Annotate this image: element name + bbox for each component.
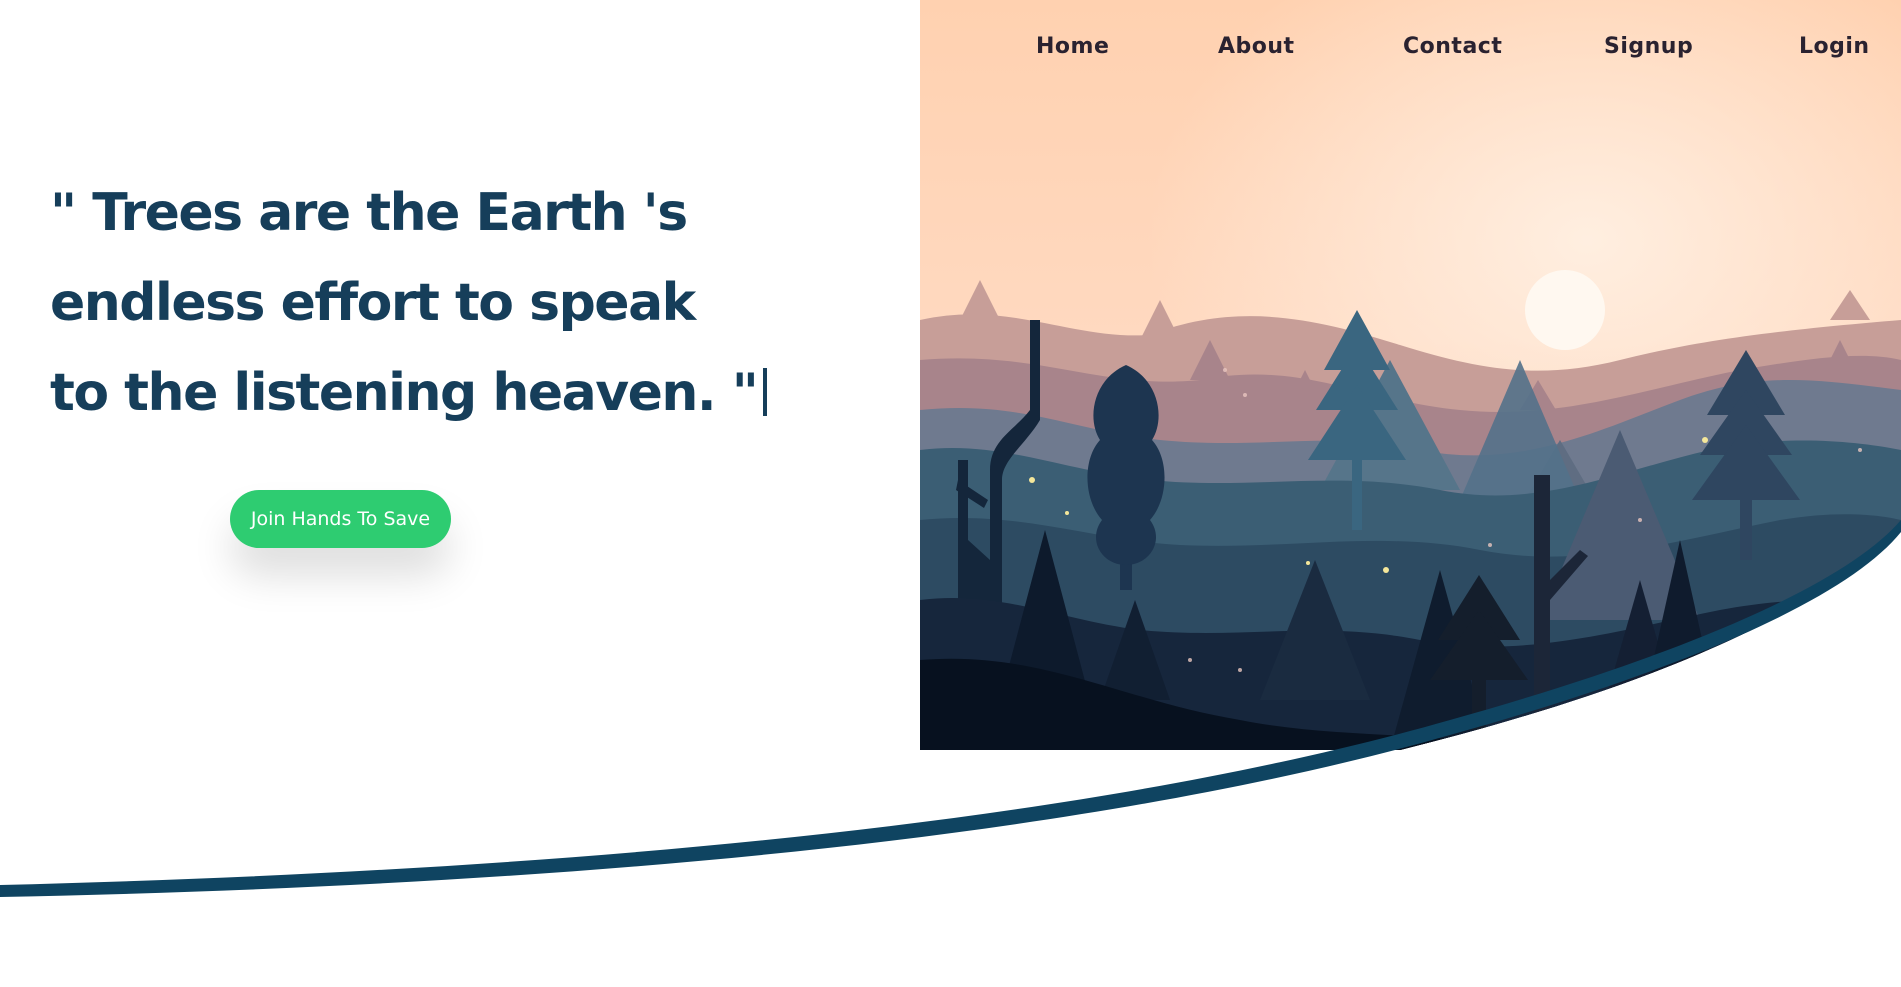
nav-home-link[interactable]: Home	[1036, 34, 1109, 59]
hero-quote: " Trees are the Earth 's endless effort …	[50, 168, 768, 438]
hero-quote-line-1: " Trees are the Earth 's	[50, 183, 688, 243]
nav-login-link[interactable]: Login	[1799, 34, 1870, 59]
landing-page: Home About Contact Signup Login " Trees …	[0, 0, 1901, 987]
hero-quote-line-3: to the listening heaven. "	[50, 348, 768, 438]
sun-icon	[1525, 270, 1605, 350]
nav-about-link[interactable]: About	[1218, 34, 1295, 59]
hero-quote-line-3-text: to the listening heaven. "	[50, 363, 759, 423]
forest-scene	[920, 0, 1901, 750]
forest-sunset-illustration	[920, 0, 1901, 750]
join-hands-button[interactable]: Join Hands To Save	[230, 490, 451, 548]
hero-quote-line-2: endless effort to speak	[50, 273, 696, 333]
top-nav: Home About Contact Signup Login	[0, 30, 1901, 70]
typing-caret	[763, 368, 768, 416]
nav-signup-link[interactable]: Signup	[1604, 34, 1693, 59]
nav-contact-link[interactable]: Contact	[1403, 34, 1502, 59]
